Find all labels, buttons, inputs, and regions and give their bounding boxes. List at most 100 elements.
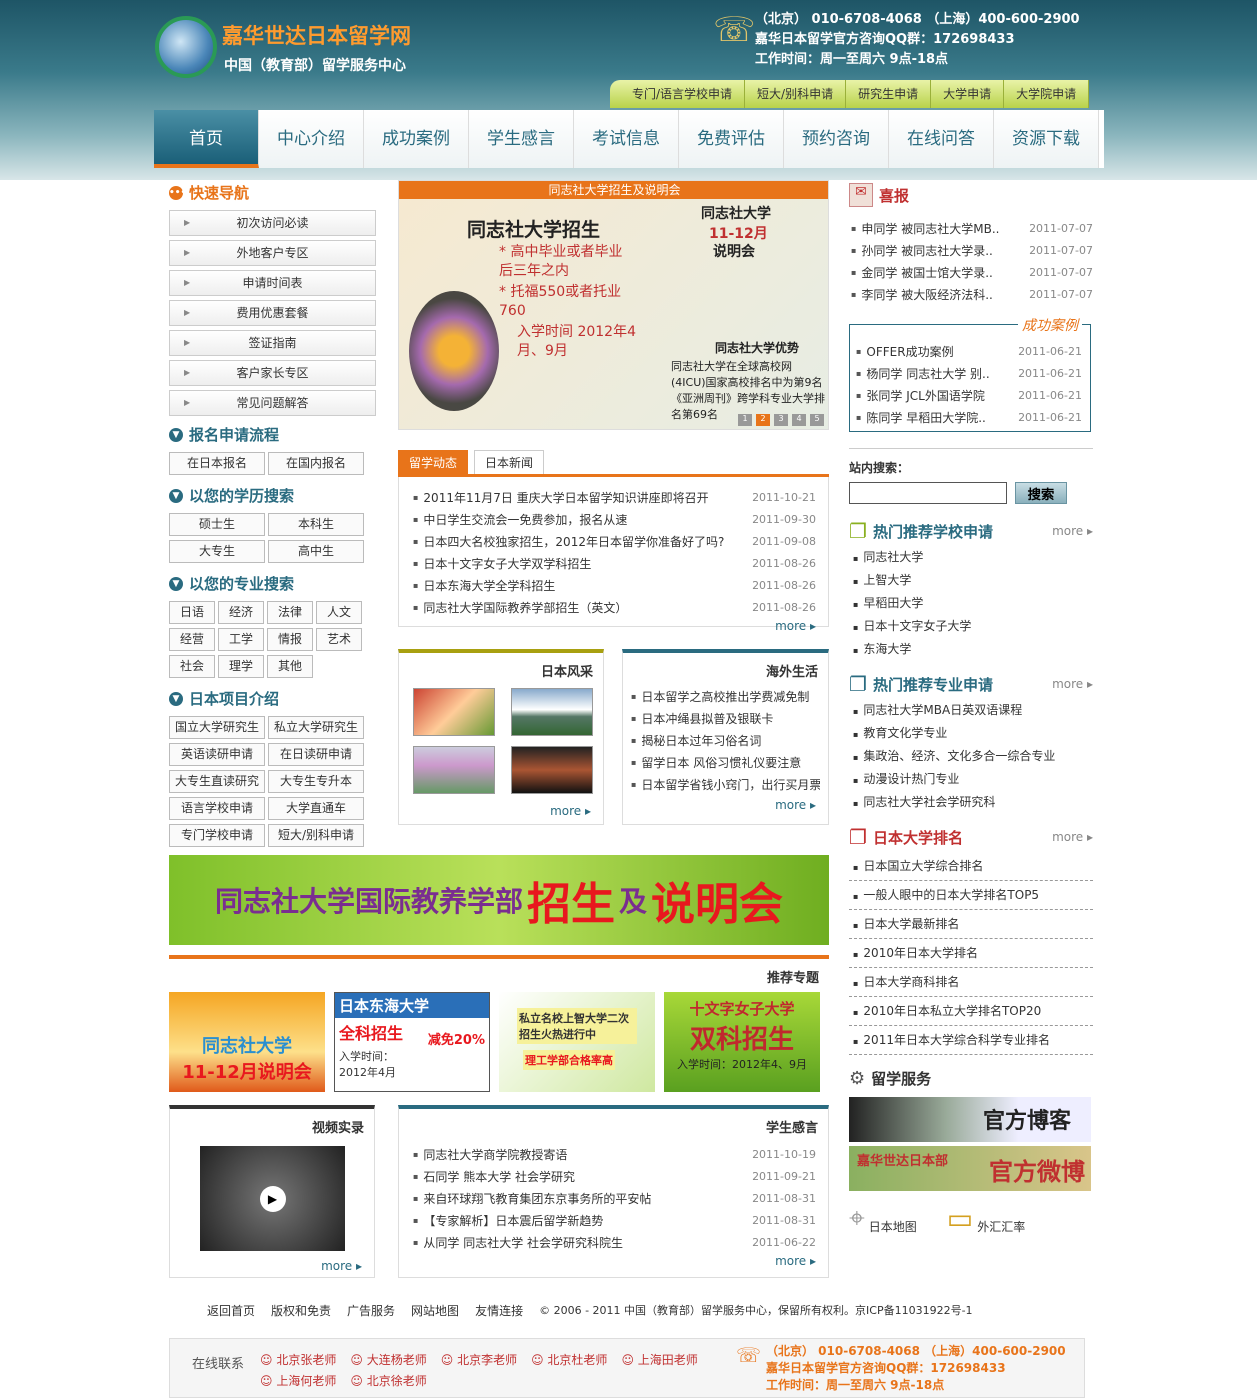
footer-link[interactable]: 返回首页 <box>207 1302 255 1319</box>
life-more-link[interactable]: more ▸ <box>623 798 828 812</box>
major-link[interactable]: 同志社大学社会学研究科 <box>849 791 1093 814</box>
footer-link[interactable]: 广告服务 <box>347 1302 395 1319</box>
scenery-photo-food[interactable] <box>413 688 495 736</box>
hot-majors-more[interactable]: more ▸ <box>1052 677 1093 691</box>
ranking-link[interactable]: 2010年日本私立大学排名TOP20 <box>849 997 1093 1026</box>
major-link[interactable]: 教育文化学专业 <box>849 722 1093 745</box>
tab-study-news[interactable]: 留学动态 <box>398 450 469 474</box>
news-item[interactable]: 日本四大名校独家招生，2012年日本留学你准备好了吗?2011-09-08 <box>413 531 816 553</box>
nav-home[interactable]: 首页 <box>154 110 259 168</box>
testimonial-title[interactable]: 石同学 熊本大学 社会学研究 <box>423 1166 752 1188</box>
contact-name[interactable]: 北京张老师 <box>276 1353 336 1367</box>
nav-item[interactable]: 学生感言 <box>469 110 574 168</box>
major-link[interactable]: 动漫设计热门专业 <box>849 768 1093 791</box>
school-link[interactable]: 上智大学 <box>849 569 1093 592</box>
topic-card[interactable]: 十文字女子大学 双科招生 入学时间：2012年4、9月 <box>664 992 820 1092</box>
proj-link[interactable]: 大学直通车 <box>268 797 364 820</box>
doshisha-wide-banner[interactable]: 同志社大学国际教养学部 招生 及 说明会 <box>169 855 829 945</box>
japan-map-link[interactable]: ⌖ 日本地图 <box>849 1201 917 1235</box>
major-link[interactable]: 理学 <box>218 655 264 678</box>
pager-dot[interactable]: 2 <box>756 414 770 426</box>
ranking-link[interactable]: 日本国立大学综合排名 <box>849 852 1093 881</box>
nav-item[interactable]: 中心介绍 <box>259 110 364 168</box>
nav-item[interactable]: 免费评估 <box>679 110 784 168</box>
good-news-item[interactable]: 申同学 被同志社大学MB..2011-07-07 <box>851 218 1093 240</box>
site-brand[interactable]: 嘉华世达日本留学网 <box>222 20 411 50</box>
proj-link[interactable]: 国立大学研究生 <box>169 716 265 739</box>
news-title[interactable]: 日本十文字女子大学双学科招生 <box>423 553 752 575</box>
testimonial-title[interactable]: 从同学 同志社大学 社会学研究科院生 <box>423 1232 752 1254</box>
life-title[interactable]: 揭秘日本过年习俗名词 <box>641 730 820 752</box>
scenery-photo-city[interactable] <box>511 746 593 794</box>
major-link[interactable]: 经营 <box>169 628 215 651</box>
edu-link[interactable]: 硕士生 <box>169 513 265 536</box>
top-tab[interactable]: 大学院申请 <box>1004 80 1090 108</box>
case-item[interactable]: 张同学 JCL外国语学院2011-06-21 <box>856 385 1082 407</box>
major-link[interactable]: 艺术 <box>316 628 362 651</box>
footer-link[interactable]: 版权和免责 <box>271 1302 331 1319</box>
scenery-photo-fuji[interactable] <box>511 688 593 736</box>
major-link[interactable]: 人文 <box>316 601 362 624</box>
good-news-item[interactable]: 李同学 被大阪经济法科..2011-07-07 <box>851 284 1093 306</box>
school-link[interactable]: 东海大学 <box>849 638 1093 661</box>
major-link[interactable]: 工学 <box>218 628 264 651</box>
quick-link[interactable]: 初次访问必读 <box>169 210 376 236</box>
pager-dot[interactable]: 1 <box>738 414 752 426</box>
search-button[interactable]: 搜索 <box>1015 482 1067 504</box>
proj-link[interactable]: 专门学校申请 <box>169 824 265 847</box>
footer-link[interactable]: 友情连接 <box>475 1302 523 1319</box>
tab-japan-news[interactable]: 日本新闻 <box>474 450 545 474</box>
news-title[interactable]: 2011年11月7日 重庆大学日本留学知识讲座即将召开 <box>423 487 752 509</box>
case-item[interactable]: OFFER成功案例2011-06-21 <box>856 341 1082 363</box>
search-input[interactable] <box>849 482 1007 504</box>
proj-link[interactable]: 英语读研申请 <box>169 743 265 766</box>
quick-link[interactable]: 签证指南 <box>169 330 376 356</box>
edu-link[interactable]: 高中生 <box>268 540 364 563</box>
nav-item[interactable]: 考试信息 <box>574 110 679 168</box>
ranking-link[interactable]: 2010年日本大学排名 <box>849 939 1093 968</box>
case-text[interactable]: 张同学 JCL外国语学院 <box>866 385 1018 407</box>
qq-contact[interactable]: ☺ 北京李老师 <box>441 1351 517 1368</box>
topic-card[interactable]: 日本东海大学 全科招生 减免20% 入学时间：2012年4月 <box>334 992 490 1092</box>
pager-dot[interactable]: 4 <box>792 414 806 426</box>
news-title[interactable]: 中日学生交流会一免费参加，报名从速 <box>423 509 752 531</box>
ranking-link[interactable]: 日本大学最新排名 <box>849 910 1093 939</box>
case-text[interactable]: OFFER成功案例 <box>866 341 1018 363</box>
testimonial-title[interactable]: 【专家解析】日本震后留学新趋势 <box>423 1210 752 1232</box>
news-title[interactable]: 日本四大名校独家招生，2012年日本留学你准备好了吗? <box>423 531 752 553</box>
rankings-more[interactable]: more ▸ <box>1052 830 1093 844</box>
quick-link[interactable]: 费用优惠套餐 <box>169 300 376 326</box>
good-news-text[interactable]: 李同学 被大阪经济法科.. <box>861 284 1029 306</box>
quick-link[interactable]: 申请时间表 <box>169 270 376 296</box>
edu-link[interactable]: 本科生 <box>268 513 364 536</box>
life-item[interactable]: 留学日本 风俗习惯礼仪要注意 <box>631 752 820 774</box>
good-news-text[interactable]: 申同学 被同志社大学MB.. <box>861 218 1029 240</box>
major-link[interactable]: 集政治、经济、文化多合一综合专业 <box>849 745 1093 768</box>
major-link[interactable]: 同志社大学MBA日英双语课程 <box>849 699 1093 722</box>
top-tab[interactable]: 短大/别科申请 <box>745 80 847 108</box>
qq-contact[interactable]: ☺ 北京徐老师 <box>350 1372 426 1389</box>
exchange-rate-link[interactable]: ▭ 外汇汇率 <box>947 1201 1025 1235</box>
good-news-item[interactable]: 金同学 被国士馆大学录..2011-07-07 <box>851 262 1093 284</box>
case-item[interactable]: 杨同学 同志社大学 别..2011-06-21 <box>856 363 1082 385</box>
testimonial-title[interactable]: 来自环球翔飞教育集团东京事务所的平安帖 <box>423 1188 752 1210</box>
school-link[interactable]: 同志社大学 <box>849 546 1093 569</box>
life-item[interactable]: 揭秘日本过年习俗名词 <box>631 730 820 752</box>
life-item[interactable]: 日本留学之高校推出学费减免制 <box>631 686 820 708</box>
news-item[interactable]: 日本十文字女子大学双学科招生2011-08-26 <box>413 553 816 575</box>
news-item[interactable]: 日本东海大学全学科招生2011-08-26 <box>413 575 816 597</box>
major-link[interactable]: 法律 <box>267 601 313 624</box>
quick-link[interactable]: 外地客户专区 <box>169 240 376 266</box>
life-title[interactable]: 日本冲绳县拟普及银联卡 <box>641 708 820 730</box>
scenery-more-link[interactable]: more ▸ <box>399 804 603 818</box>
testimonial-item[interactable]: 【专家解析】日本震后留学新趋势2011-08-31 <box>413 1210 816 1232</box>
life-title[interactable]: 日本留学之高校推出学费减免制 <box>641 686 820 708</box>
life-title[interactable]: 日本留学省钱小窍门，出行买月票 <box>641 774 820 796</box>
pager-dot[interactable]: 5 <box>810 414 824 426</box>
topic-card[interactable]: 同志社大学 11-12月说明会 <box>169 992 325 1092</box>
major-link[interactable]: 日语 <box>169 601 215 624</box>
contact-name[interactable]: 大连杨老师 <box>367 1353 427 1367</box>
major-link[interactable]: 经济 <box>218 601 264 624</box>
major-link[interactable]: 其他 <box>267 655 313 678</box>
life-item[interactable]: 日本冲绳县拟普及银联卡 <box>631 708 820 730</box>
